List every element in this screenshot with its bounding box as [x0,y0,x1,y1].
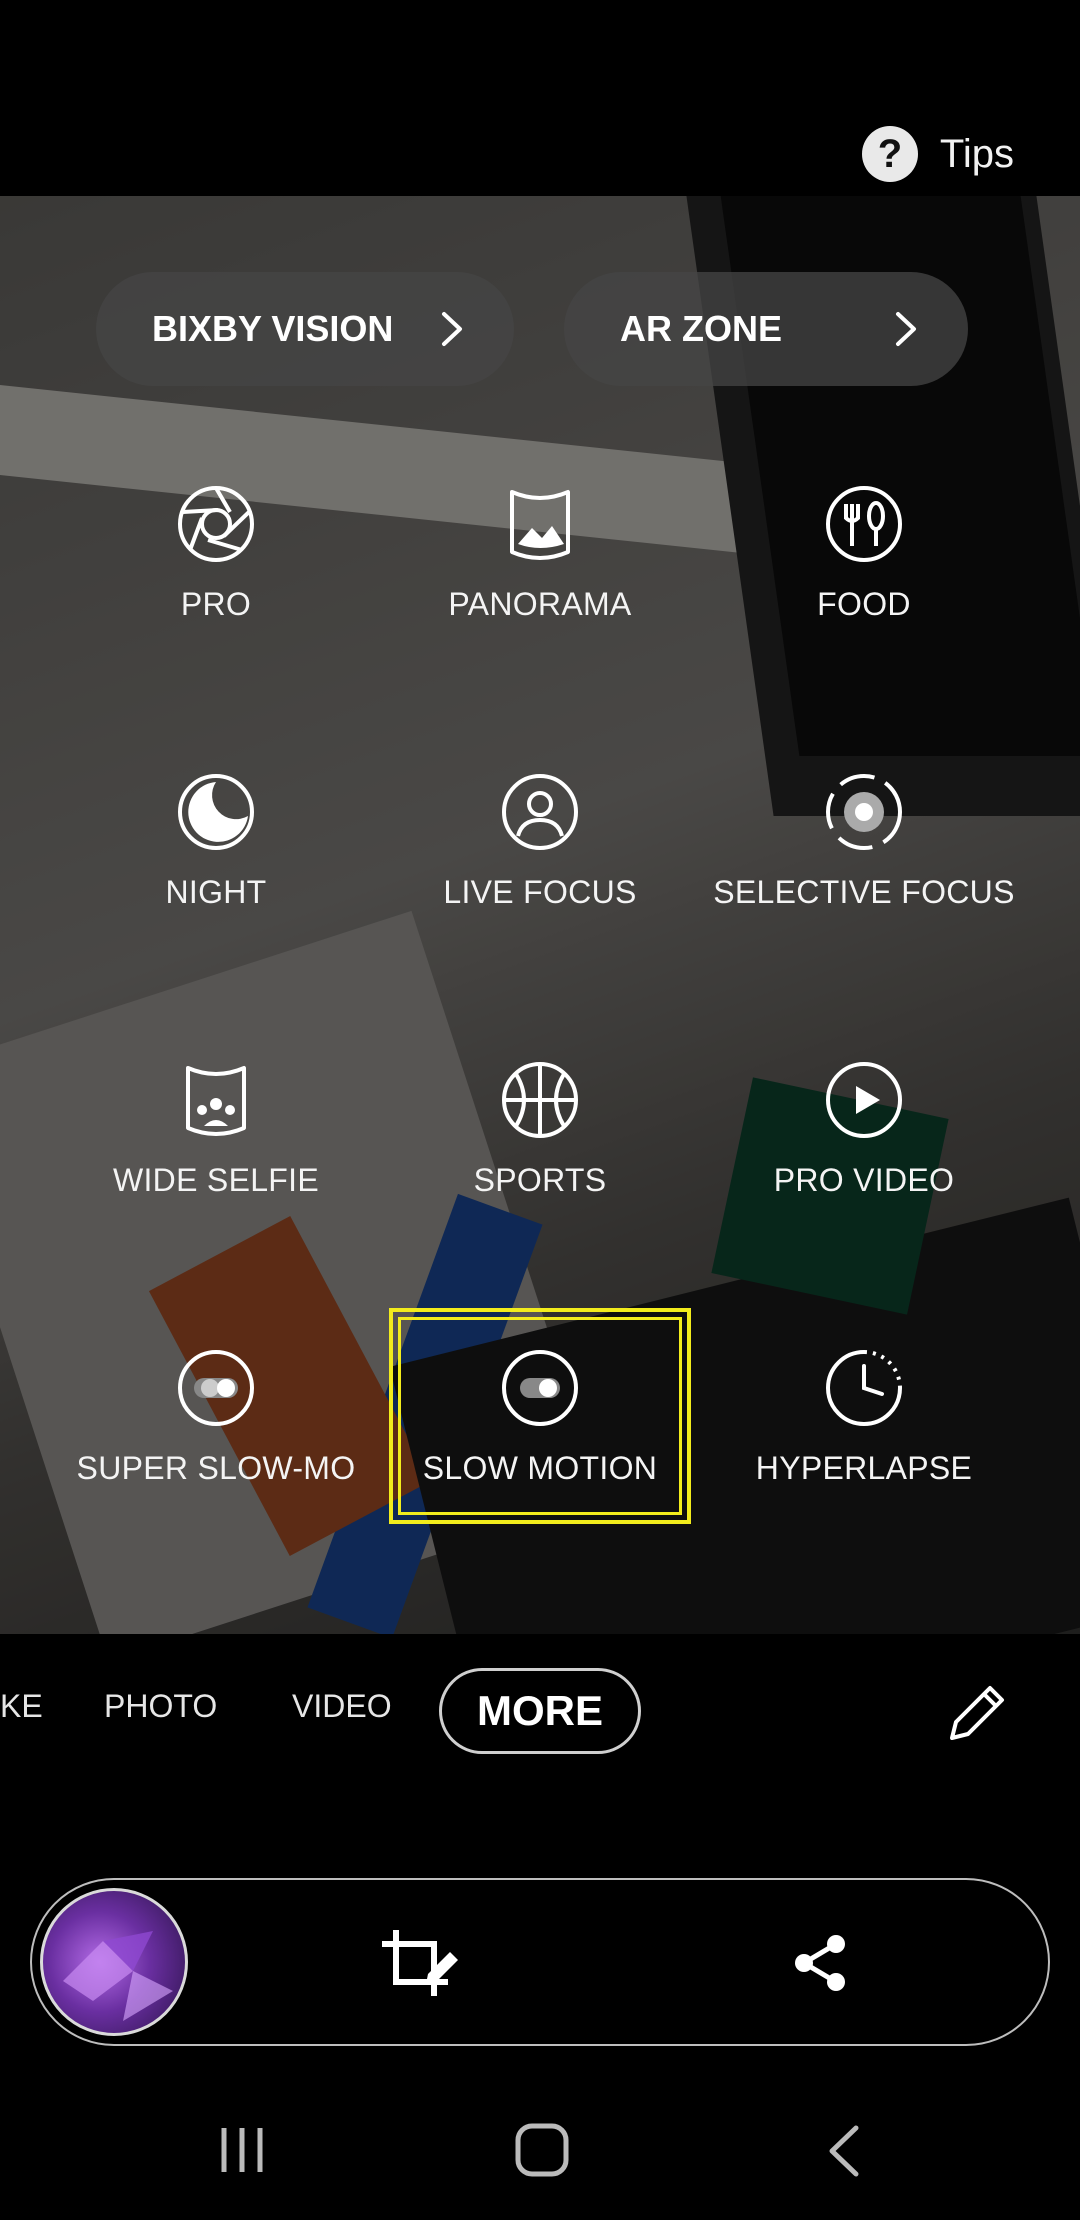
mode-panorama[interactable]: PANORAMA [375,482,705,682]
ar-zone-label: AR ZONE [620,308,782,349]
share-icon[interactable] [790,1932,850,1994]
basketball-icon [502,1062,578,1138]
focus-ring-icon [826,774,902,850]
tab-more[interactable]: MORE [439,1668,641,1754]
mode-label: FOOD [817,586,911,622]
mode-food[interactable]: FOOD [699,482,1029,682]
mode-wide-selfie[interactable]: WIDE SELFIE [51,1058,381,1258]
mode-live-focus[interactable]: LIVE FOCUS [375,770,705,970]
chevron-right-icon [896,312,916,346]
mode-label: SELECTIVE FOCUS [713,874,1015,910]
chevron-right-icon [442,312,462,346]
tab-photo[interactable]: PHOTO [104,1688,217,1725]
super-slow-toggle-icon [178,1350,254,1426]
tab-partial[interactable]: KE [0,1688,43,1725]
gallery-thumbnail[interactable] [40,1888,188,2036]
help-icon: ? [861,126,918,182]
mode-label: PRO [180,586,252,622]
group-panorama-icon [186,1066,246,1136]
aperture-icon [178,486,254,562]
mode-label: SPORTS [473,1162,607,1198]
mode-sports[interactable]: SPORTS [375,1058,705,1258]
bixby-vision-button[interactable]: BIXBY VISION [96,272,514,386]
selection-highlight [389,1308,691,1524]
mode-super-slow-mo[interactable]: SUPER SLOW-MO [51,1346,381,1546]
hyperlapse-clock-icon [826,1350,902,1426]
mode-label: LIVE FOCUS [443,874,637,910]
mode-night[interactable]: NIGHT [51,770,381,970]
mode-label: WIDE SELFIE [112,1162,319,1198]
crop-edit-icon[interactable] [378,1926,462,2000]
mode-label: SUPER SLOW-MO [76,1450,356,1486]
edit-pencil-icon[interactable] [944,1680,1008,1746]
back-icon[interactable] [826,2124,862,2178]
mode-hyperlapse[interactable]: HYPERLAPSE [699,1346,1029,1546]
mode-label: NIGHT [165,874,267,910]
mode-pro-video[interactable]: PRO VIDEO [699,1058,1029,1258]
mode-label: PANORAMA [448,586,632,622]
play-circle-icon [826,1062,902,1138]
mode-selective-focus[interactable]: SELECTIVE FOCUS [699,770,1029,970]
recent-apps-icon[interactable] [218,2124,266,2176]
tab-video[interactable]: VIDEO [292,1688,392,1725]
tips-label: Tips [939,131,1014,176]
home-icon[interactable] [514,2122,570,2178]
mode-label: PRO VIDEO [773,1162,955,1198]
bixby-vision-label: BIXBY VISION [152,308,394,349]
moon-icon [178,774,254,850]
ar-zone-button[interactable]: AR ZONE [564,272,968,386]
tips-button[interactable]: ? Tips [861,124,1014,184]
person-circle-icon [502,774,578,850]
mode-label: HYPERLAPSE [755,1450,973,1486]
gallery-preview-image [63,1931,173,2021]
fork-knife-icon [826,486,902,562]
mode-pro[interactable]: PRO [51,482,381,682]
panorama-icon [510,490,570,560]
